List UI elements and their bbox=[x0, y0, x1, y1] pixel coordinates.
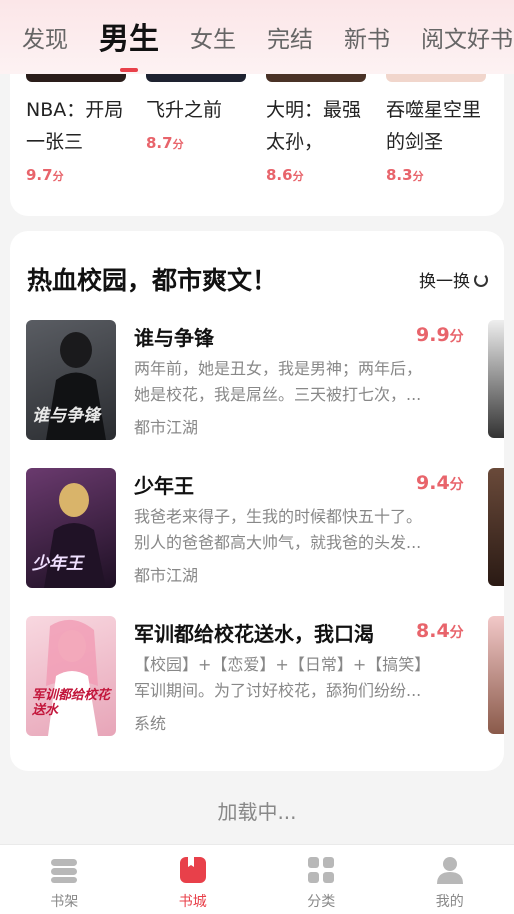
book-tag: 系统 bbox=[134, 714, 167, 733]
tab-female[interactable]: 女生 bbox=[190, 20, 236, 60]
nav-category[interactable]: 分类 bbox=[257, 845, 386, 914]
nav-label: 书架 bbox=[50, 894, 79, 910]
book-cover: 谁与争锋 bbox=[26, 320, 116, 440]
book-score: 9.4分 bbox=[416, 472, 464, 494]
tab-new[interactable]: 新书 bbox=[344, 20, 390, 60]
book-cover: 少年王 bbox=[26, 468, 116, 588]
book-desc: 两年前，她是丑女，我是男神；两年后， 她是校花，我是屌丝。三天被打七次，... bbox=[134, 359, 423, 404]
next-book-peek[interactable] bbox=[488, 468, 504, 586]
bookstore-icon bbox=[178, 855, 208, 885]
tab-yuewen-good[interactable]: 阅文好书 bbox=[421, 20, 513, 60]
tab-discover[interactable]: 发现 bbox=[22, 20, 68, 60]
refresh-label: 换一换 bbox=[419, 272, 470, 292]
book-score: 8.6分 bbox=[266, 166, 304, 184]
book-score: 8.4分 bbox=[416, 620, 464, 642]
book-tag: 都市江湖 bbox=[134, 566, 199, 585]
book-tag: 都市江湖 bbox=[134, 418, 199, 437]
list-item[interactable]: 谁与争锋 谁与争锋 9.9分 两年前，她是丑女，我是男神；两年后， 她是校花，我… bbox=[26, 320, 496, 440]
nav-label: 我的 bbox=[435, 894, 464, 910]
loading-text: 加载中... bbox=[217, 800, 297, 824]
next-book-peek[interactable] bbox=[488, 616, 504, 734]
book-title: 大明：最强太孙， bbox=[266, 99, 362, 153]
book-title: 吞噬星空里的剑圣 bbox=[386, 99, 482, 153]
nav-bookshelf[interactable]: 书架 bbox=[0, 845, 129, 914]
bookshelf-icon bbox=[49, 855, 79, 885]
hot-campus-section: 热血校园，都市爽文！ 换一换 谁与争锋 谁与争锋 9.9分 两年前，她是丑女，我… bbox=[10, 231, 504, 771]
book-cover: 军训都给校花送水 bbox=[26, 616, 116, 736]
book-score: 9.9分 bbox=[416, 324, 464, 346]
cover-title: 谁与争锋 bbox=[32, 406, 100, 426]
channel-tabs: 发现 男生 女生 完结 新书 阅文好书 bbox=[22, 20, 514, 60]
bottom-nav: 书架 书城 分类 我的 bbox=[0, 844, 514, 914]
book-score: 8.3分 bbox=[386, 166, 424, 184]
book-desc: 我爸老来得子，生我的时候都快五十了。 别人的爸爸都高大帅气，就我爸的头发... bbox=[134, 507, 423, 552]
cover-title: 少年王 bbox=[32, 554, 83, 574]
list-item[interactable]: 少年王 少年王 9.4分 我爸老来得子，生我的时候都快五十了。 别人的爸爸都高大… bbox=[26, 468, 496, 588]
section-title: 热血校园，都市爽文！ bbox=[27, 266, 278, 295]
category-icon bbox=[306, 855, 336, 885]
nav-label: 书城 bbox=[178, 894, 207, 910]
book-desc: 【校园】+【恋爱】+【日常】+【搞笑】 军训期间。为了讨好校花，舔狗们纷纷... bbox=[134, 655, 431, 700]
book-title: 军训都给校花送水，我口渴 bbox=[134, 622, 374, 646]
refresh-icon bbox=[474, 272, 488, 287]
list-item[interactable]: 军训都给校花送水 军训都给校花送水，我口渴 8.4分 【校园】+【恋爱】+【日常… bbox=[26, 616, 496, 736]
nav-profile[interactable]: 我的 bbox=[386, 845, 514, 914]
next-book-peek[interactable] bbox=[488, 320, 504, 438]
book-title: NBA：开局一张三 bbox=[26, 99, 124, 153]
refresh-button[interactable]: 换一换 bbox=[419, 267, 488, 292]
profile-icon bbox=[435, 855, 465, 885]
cover-figure bbox=[46, 619, 98, 736]
tab-completed[interactable]: 完结 bbox=[267, 20, 313, 60]
cover-title: 军训都给校花送水 bbox=[32, 688, 111, 718]
nav-label: 分类 bbox=[307, 894, 336, 910]
book-title: 谁与争锋 bbox=[134, 326, 214, 350]
book-score: 9.7分 bbox=[26, 166, 64, 184]
book-score: 8.7分 bbox=[146, 134, 184, 152]
book-title: 少年王 bbox=[134, 474, 194, 498]
top-tab-bar: 发现 男生 女生 完结 新书 阅文好书 bbox=[0, 0, 514, 74]
nav-bookstore[interactable]: 书城 bbox=[129, 845, 258, 914]
tab-male[interactable]: 男生 bbox=[99, 20, 159, 60]
